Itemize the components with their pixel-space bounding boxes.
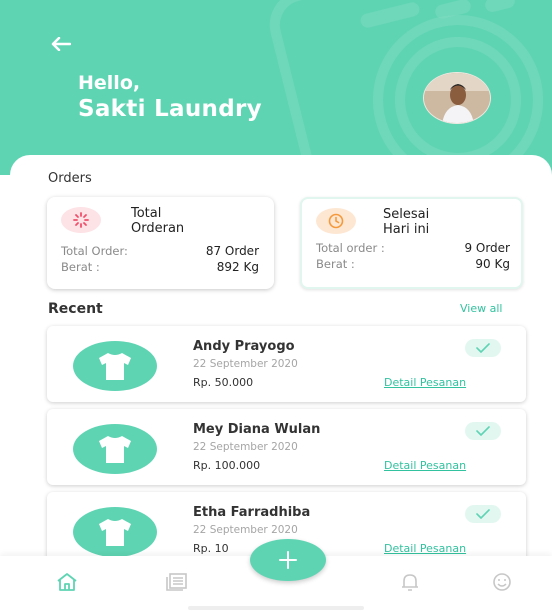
customer-name: Etha Farradhiba — [193, 505, 311, 520]
bell-icon[interactable] — [398, 570, 422, 594]
arrow-left-icon — [51, 37, 71, 51]
order-card[interactable]: Andy Prayogo 22 September 2020 Rp. 50.00… — [47, 326, 526, 402]
recent-title: Recent — [48, 301, 103, 317]
weight-value: 892 Kg — [216, 260, 259, 274]
weight-label: Berat : — [316, 257, 355, 271]
plus-icon — [279, 551, 297, 569]
total-order-label: Total Order: — [61, 244, 128, 258]
order-date: 22 September 2020 — [193, 358, 298, 370]
order-date: 22 September 2020 — [193, 524, 298, 536]
tshirt-icon — [73, 507, 157, 557]
order-price: Rp. 100.000 — [193, 459, 261, 472]
total-orders-card[interactable]: Total Orderan Total Order: 87 Order Bera… — [47, 197, 274, 289]
detail-order-link[interactable]: Detail Pesanan — [384, 376, 466, 389]
card-title-line2: Orderan — [131, 221, 185, 236]
home-icon[interactable] — [55, 570, 79, 594]
total-order-value: 9 Order — [464, 241, 510, 255]
order-card[interactable]: Mey Diana Wulan 22 September 2020 Rp. 10… — [47, 409, 526, 485]
completed-today-card[interactable]: Selesai Hari ini Total order : 9 Order B… — [300, 197, 523, 289]
list-icon[interactable] — [165, 570, 189, 594]
customer-name: Andy Prayogo — [193, 339, 295, 354]
order-date: 22 September 2020 — [193, 441, 298, 453]
smiley-icon[interactable] — [490, 570, 514, 594]
avatar[interactable] — [423, 72, 491, 124]
clock-icon — [316, 208, 356, 234]
total-order-value: 87 Order — [205, 244, 259, 258]
order-price: Rp. 10 — [193, 542, 229, 555]
user-photo-icon — [424, 73, 490, 123]
card-title-line1: Total — [131, 206, 162, 221]
weight-value: 90 Kg — [475, 257, 510, 271]
weight-label: Berat : — [61, 260, 100, 274]
detail-order-link[interactable]: Detail Pesanan — [384, 542, 466, 555]
orders-title: Orders — [48, 171, 92, 186]
card-title: Total Orderan — [131, 206, 184, 236]
customer-name: Mey Diana Wulan — [193, 422, 321, 437]
back-button[interactable] — [44, 30, 78, 58]
tshirt-icon — [73, 424, 157, 474]
check-icon[interactable] — [465, 505, 501, 523]
shop-name: Sakti Laundry — [78, 96, 262, 122]
loading-spinner-icon — [61, 207, 101, 233]
card-title-line2: Hari ini — [383, 222, 430, 237]
total-order-label: Total order : — [316, 241, 385, 255]
home-indicator — [188, 606, 364, 610]
greeting: Hello, — [78, 72, 141, 94]
detail-order-link[interactable]: Detail Pesanan — [384, 459, 466, 472]
tshirt-icon — [73, 341, 157, 391]
card-title: Selesai Hari ini — [383, 207, 429, 237]
view-all-link[interactable]: View all — [460, 302, 502, 315]
order-price: Rp. 50.000 — [193, 376, 254, 389]
check-icon[interactable] — [465, 339, 501, 357]
header: Hello, Sakti Laundry — [0, 0, 552, 175]
add-order-button[interactable] — [250, 539, 326, 581]
check-icon[interactable] — [465, 422, 501, 440]
card-title-line1: Selesai — [383, 207, 430, 222]
